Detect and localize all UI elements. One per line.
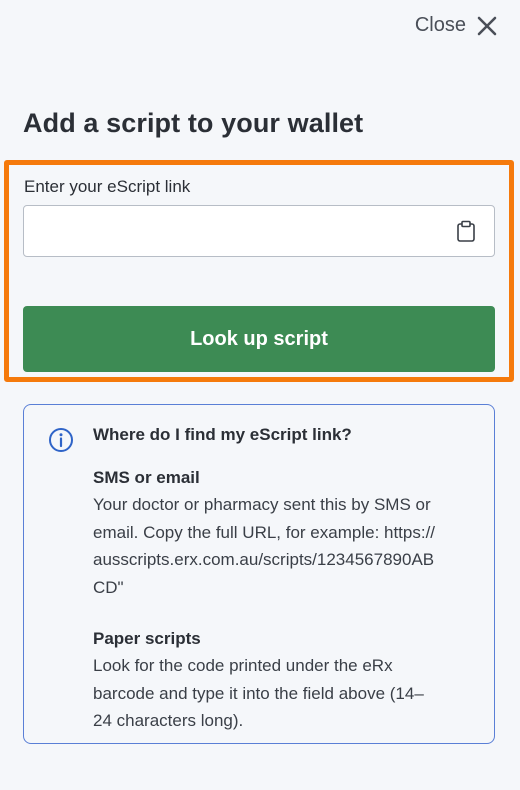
look-up-script-button[interactable]: Look up script (23, 306, 495, 372)
escript-link-input[interactable] (24, 206, 468, 254)
help-text-line: email. Copy the full URL, for example: h… (93, 522, 436, 542)
help-panel: Where do I find my eScript link? SMS or … (23, 404, 495, 744)
page-title: Add a script to your wallet (23, 108, 364, 138)
help-text-line: 24 characters long). (93, 711, 244, 730)
escript-link-label: Enter your eScript link (24, 177, 191, 196)
info-icon (49, 428, 73, 452)
help-text-line: CD" (93, 577, 124, 597)
help-section-title: Paper scripts (93, 629, 201, 648)
help-heading: Where do I find my eScript link? (93, 425, 352, 444)
escript-link-field[interactable] (23, 205, 495, 257)
close-label: Close (414, 14, 466, 36)
help-text-line: Your doctor or pharmacy sent this by SMS… (93, 495, 431, 514)
help-text-line: ausscripts.erx.com.au/scripts/1234567890… (93, 550, 435, 569)
clipboard-icon[interactable] (456, 220, 476, 242)
close-icon (477, 16, 497, 35)
help-section-title: SMS or email (93, 468, 200, 487)
help-text-line: Look for the code printed under the eRx (93, 656, 393, 675)
help-text-line: barcode and type it into the field above… (93, 683, 424, 703)
close-button[interactable]: Close (415, 14, 498, 37)
